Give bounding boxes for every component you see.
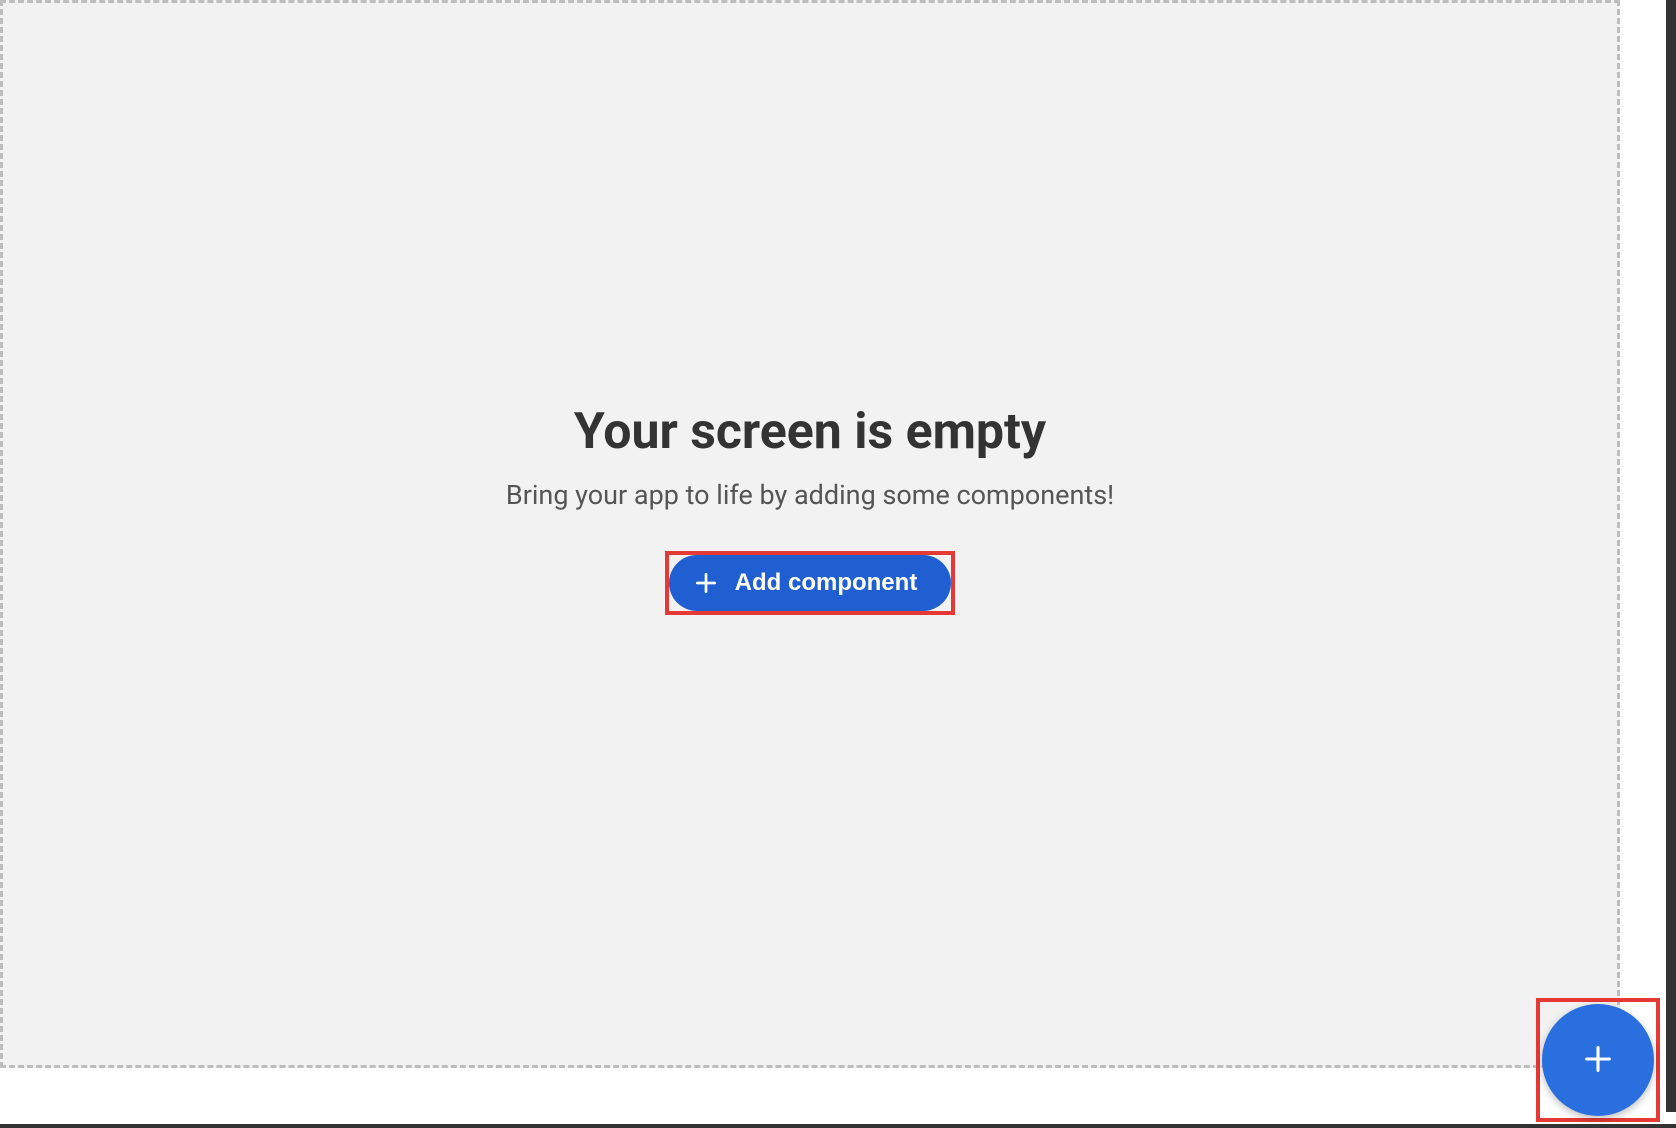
window-border-right [1666, 0, 1676, 1112]
add-component-button[interactable]: Add component [669, 555, 952, 611]
empty-state-subtitle: Bring your app to life by adding some co… [506, 479, 1114, 511]
empty-state: Your screen is empty Bring your app to l… [506, 403, 1114, 615]
plus-icon [693, 570, 719, 596]
highlight-fab [1536, 998, 1660, 1122]
window-border-bottom [0, 1124, 1676, 1128]
plus-icon [1581, 1042, 1615, 1079]
highlight-add-component: Add component [665, 551, 956, 615]
add-component-button-label: Add component [735, 569, 918, 597]
canvas-dropzone[interactable]: Your screen is empty Bring your app to l… [0, 0, 1620, 1068]
empty-state-title: Your screen is empty [574, 403, 1046, 461]
fab-add-button[interactable] [1542, 1004, 1654, 1116]
